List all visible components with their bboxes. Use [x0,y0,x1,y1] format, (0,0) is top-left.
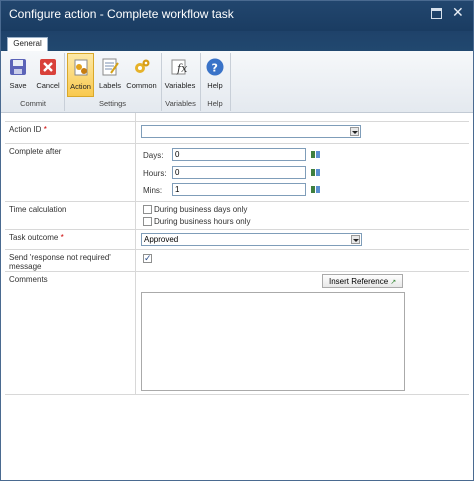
help-button[interactable]: ? Help [203,53,227,97]
dialog-window: Configure action - Complete workflow tas… [0,0,474,481]
row-complete-after: Complete after Days: 0 Hours: 0 Mins: 1 [5,143,469,203]
ribbon-tabstrip: General [1,31,473,51]
cancel-button[interactable]: Cancel [35,53,61,97]
window-title: Configure action - Complete workflow tas… [9,7,234,21]
maximize-icon[interactable] [431,8,442,19]
mins-input[interactable]: 1 [172,183,306,196]
help-label: Help [207,81,223,90]
variables-label: Variables [164,81,196,90]
ribbon: Save Cancel Action Labels Common fx Vari… [1,51,473,113]
group-variables-label: Variables [165,99,196,108]
row-task-outcome: Task outcome * Approved [5,229,469,249]
title-bar: Configure action - Complete workflow tas… [1,1,473,31]
action-icon [71,58,91,78]
variables-button[interactable]: fx Variables [163,53,197,97]
row-send-response: Send 'response not required' message [5,249,469,271]
hours-label: Hours: [143,169,167,178]
svg-text:fx: fx [176,62,188,75]
time-calculation-label: Time calculation [9,205,67,214]
row-action-id: Action ID * [5,121,469,143]
labels-label: Labels [98,81,122,90]
send-response-label: Send 'response not required' message [9,253,111,271]
save-label: Save [9,81,27,90]
business-days-label: During business days only [154,205,248,214]
lookup-icon[interactable] [311,150,321,159]
insert-reference-button[interactable]: Insert Reference ↗ [322,274,404,288]
chevron-down-icon[interactable] [351,235,360,244]
lookup-icon[interactable] [311,185,321,194]
variables-icon: fx [170,57,190,77]
send-response-checkbox[interactable] [143,253,152,264]
labels-icon [100,57,120,77]
insert-reference-label: Insert Reference [329,277,389,286]
action-id-label: Action ID * [9,125,47,134]
ribbon-separator [230,53,231,111]
action-label: Action [70,82,91,91]
close-icon[interactable]: ✕ [452,5,464,19]
help-icon: ? [205,57,225,77]
complete-after-label: Complete after [9,147,62,156]
tab-general[interactable]: General [7,37,48,51]
days-label: Days: [143,151,164,160]
common-icon [132,57,152,77]
hours-input[interactable]: 0 [172,166,306,179]
row-comments: Comments Insert Reference ↗ [5,271,469,395]
comments-textarea[interactable] [141,292,405,391]
svg-text:?: ? [212,62,218,75]
task-outcome-label: Task outcome * [9,233,64,242]
business-hours-checkbox[interactable] [143,217,152,226]
mins-label: Mins: [143,186,163,195]
common-label: Common [126,81,157,90]
labels-button[interactable]: Labels [97,53,123,97]
row-time-calculation: Time calculation During business days on… [5,201,469,229]
save-icon [8,57,28,77]
action-id-select[interactable] [141,125,361,138]
group-help-label: Help [207,99,223,108]
comments-label: Comments [9,275,48,284]
group-settings-label: Settings [98,99,127,108]
action-button[interactable]: Action [67,53,94,97]
cancel-label: Cancel [36,81,60,90]
business-hours-label: During business hours only [154,217,251,226]
cancel-icon [38,57,58,77]
lookup-icon[interactable] [311,168,321,177]
insert-reference-icon: ↗ [390,279,397,286]
task-outcome-select[interactable]: Approved [141,233,362,246]
days-input[interactable]: 0 [172,148,306,161]
business-days-checkbox[interactable] [143,205,152,214]
save-button[interactable]: Save [5,53,31,97]
group-commit-label: Commit [20,99,46,108]
chevron-down-icon[interactable] [350,127,359,136]
common-button[interactable]: Common [126,53,157,97]
